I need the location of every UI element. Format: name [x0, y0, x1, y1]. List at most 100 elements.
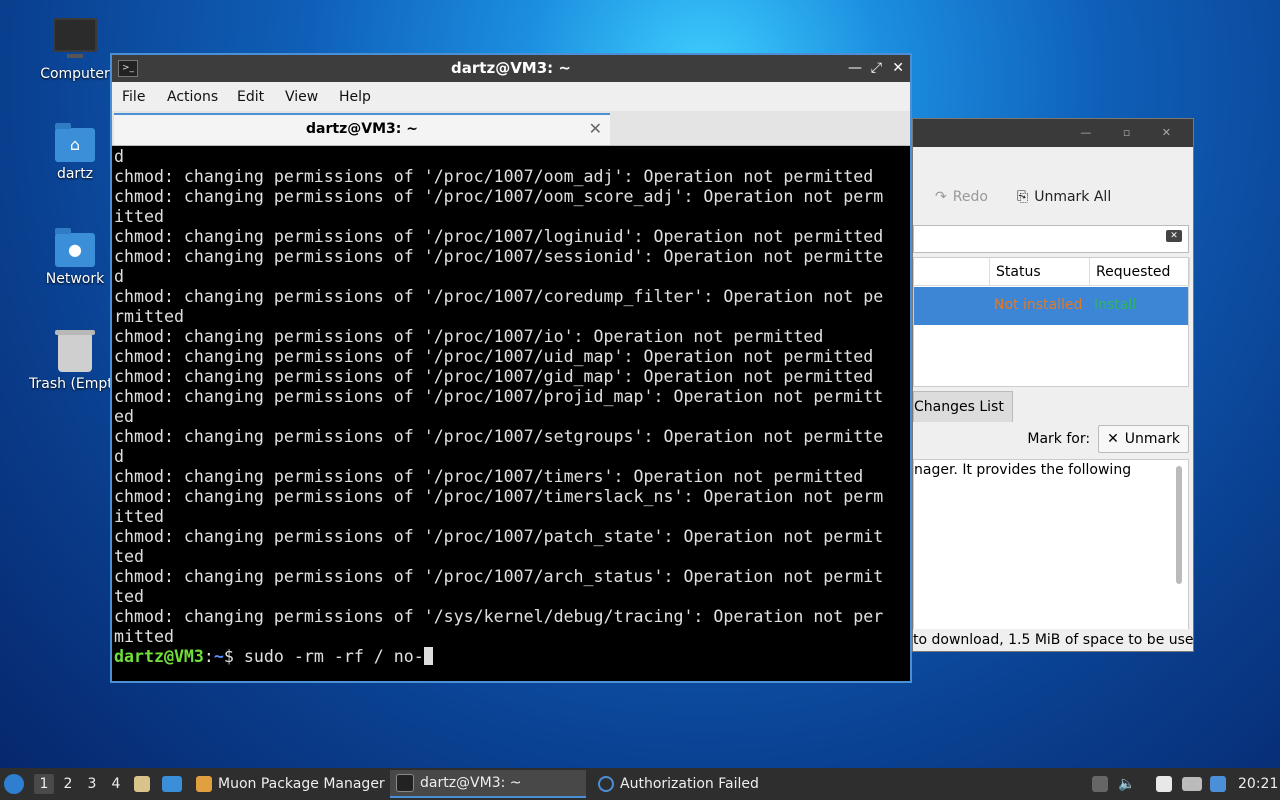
- start-menu-icon: [4, 774, 24, 794]
- terminal-line: mitted: [114, 627, 174, 646]
- redo-label: Redo: [952, 189, 988, 205]
- output-lines: d chmod: changing permissions of '/proc/1…: [114, 147, 910, 647]
- file-manager-launcher[interactable]: [134, 768, 150, 800]
- task-label: Muon Package Manager: [218, 776, 385, 792]
- tab-title: dartz@VM3: ~: [306, 121, 418, 137]
- unmark-all-icon: ⎘: [1017, 189, 1029, 205]
- mark-for-label: Mark for:: [1027, 431, 1091, 447]
- mark-for-bar: Mark for: ✕ Unmark: [1027, 425, 1189, 453]
- start-menu-button[interactable]: [4, 768, 24, 800]
- terminal-titlebar[interactable]: >_ dartz@VM3: ~ — ⤢ ✕: [112, 55, 910, 82]
- network-folder-icon: ●: [55, 228, 95, 267]
- tray-updates[interactable]: [1092, 768, 1108, 800]
- dialog-icon: [598, 776, 614, 792]
- terminal-line: chmod: changing permissions of '/proc/10…: [114, 567, 884, 586]
- terminal-line: itted: [114, 207, 164, 226]
- redo-button[interactable]: ↷ Redo: [935, 189, 988, 205]
- tray-network[interactable]: [1182, 768, 1202, 800]
- table-row[interactable]: Not installed Install: [914, 287, 1188, 325]
- menu-help[interactable]: Help: [339, 89, 371, 105]
- maximize-icon[interactable]: ⤢: [871, 55, 882, 82]
- taskbar: 1 2 3 4 Muon Package Manager dartz@VM3: …: [0, 768, 1280, 800]
- terminal-icon: [396, 774, 414, 792]
- minimize-icon[interactable]: —: [848, 55, 862, 82]
- tab-terminal[interactable]: dartz@VM3: ~ ✕: [114, 113, 610, 145]
- file-manager-icon: [134, 776, 150, 792]
- terminal-line: chmod: changing permissions of '/proc/10…: [114, 167, 874, 186]
- terminal-window[interactable]: >_ dartz@VM3: ~ — ⤢ ✕ File Actions Edit …: [110, 53, 912, 683]
- menu-file[interactable]: File: [122, 89, 145, 105]
- terminal-line: chmod: changing permissions of '/proc/10…: [114, 287, 884, 306]
- requested-cell: Install: [1094, 297, 1137, 313]
- status-cell: Not installed: [994, 297, 1083, 313]
- workspace-1[interactable]: 1: [34, 774, 54, 794]
- prompt-symbol: $: [223, 647, 234, 666]
- tab-changes-list[interactable]: Changes List: [913, 391, 1013, 422]
- prompt-path: ~: [213, 647, 224, 666]
- terminal-line: ted: [114, 587, 144, 606]
- close-icon[interactable]: ✕: [892, 55, 904, 82]
- muon-titlebar[interactable]: — ▫ ✕: [913, 119, 1193, 147]
- column-header-requested[interactable]: Requested: [1090, 258, 1190, 286]
- network-icon: [1182, 777, 1202, 791]
- workspace-2[interactable]: 2: [58, 774, 78, 794]
- terminal-line: chmod: changing permissions of '/proc/10…: [114, 227, 884, 246]
- terminal-line: chmod: changing permissions of '/proc/10…: [114, 527, 884, 546]
- terminal-line: ted: [114, 547, 144, 566]
- terminal-output[interactable]: d chmod: changing permissions of '/proc/1…: [114, 147, 910, 681]
- clear-search-icon[interactable]: ✕: [1166, 230, 1182, 242]
- terminal-line: chmod: changing permissions of '/proc/10…: [114, 427, 884, 446]
- text-cursor: [423, 647, 433, 665]
- tray-clipboard[interactable]: [1156, 768, 1172, 800]
- terminal-line: d: [114, 267, 124, 286]
- terminal-line: chmod: changing permissions of '/proc/10…: [114, 487, 884, 506]
- home-folder-icon: ⌂: [55, 123, 95, 162]
- muon-toolbar: ↷ Redo ⎘ Unmark All: [913, 181, 1193, 217]
- show-desktop-launcher[interactable]: [162, 768, 182, 800]
- menu-view[interactable]: View: [285, 89, 318, 105]
- task-muon[interactable]: Muon Package Manager: [190, 770, 396, 798]
- trash-icon: [55, 330, 95, 372]
- terminal-line: chmod: changing permissions of '/proc/10…: [114, 467, 864, 486]
- clipboard-icon: [1156, 776, 1172, 792]
- workspace-3[interactable]: 3: [82, 774, 102, 794]
- eject-icon: [1092, 776, 1108, 792]
- clock[interactable]: 20:21: [1238, 768, 1278, 800]
- unmark-all-label: Unmark All: [1034, 189, 1112, 205]
- terminal-line: d: [114, 447, 124, 466]
- workspace-4[interactable]: 4: [106, 774, 126, 794]
- tray-volume[interactable]: 🔈: [1118, 768, 1135, 800]
- task-authorization[interactable]: Authorization Failed: [592, 770, 804, 798]
- tab-close-icon[interactable]: ✕: [589, 115, 602, 143]
- description-scrollbar[interactable]: [1176, 466, 1182, 584]
- menu-edit[interactable]: Edit: [237, 89, 264, 105]
- unmark-button[interactable]: ✕ Unmark: [1098, 425, 1189, 453]
- terminal-line: chmod: changing permissions of '/proc/10…: [114, 187, 884, 206]
- prompt-line: dartz@VM3:~$ sudo -rm -rf / no-: [114, 647, 910, 667]
- notification-icon: [1210, 776, 1226, 792]
- terminal-app-icon[interactable]: >_: [118, 60, 138, 77]
- task-label: Authorization Failed: [620, 776, 759, 792]
- muon-icon: [196, 776, 212, 792]
- task-terminal[interactable]: dartz@VM3: ~: [390, 770, 586, 798]
- window-title: dartz@VM3: ~: [451, 59, 571, 77]
- terminal-menubar: File Actions Edit View Help: [112, 82, 910, 111]
- muon-window[interactable]: — ▫ ✕ ↷ Redo ⎘ Unmark All ✕ Status Reque…: [912, 118, 1194, 652]
- terminal-line: chmod: changing permissions of '/proc/10…: [114, 387, 884, 406]
- desktop-icon: [162, 776, 182, 792]
- terminal-line: itted: [114, 507, 164, 526]
- column-header-package[interactable]: [914, 258, 990, 286]
- unmark-icon: ✕: [1107, 431, 1119, 447]
- menu-actions[interactable]: Actions: [167, 89, 218, 105]
- terminal-line: chmod: changing permissions of '/proc/10…: [114, 327, 824, 346]
- redo-icon: ↷: [935, 189, 947, 205]
- muon-status-bar: to download, 1.5 MiB of space to be used: [913, 629, 1193, 651]
- unmark-all-button[interactable]: ⎘ Unmark All: [1017, 189, 1111, 205]
- column-header-status[interactable]: Status: [990, 258, 1090, 286]
- tray-notifications[interactable]: [1210, 768, 1226, 800]
- package-table: Status Requested Not installed Install: [913, 257, 1190, 387]
- search-input[interactable]: ✕: [913, 225, 1189, 253]
- computer-icon: [53, 18, 97, 58]
- command-text: sudo -rm -rf / no-: [243, 647, 424, 666]
- terminal-line: chmod: changing permissions of '/sys/ker…: [114, 607, 884, 626]
